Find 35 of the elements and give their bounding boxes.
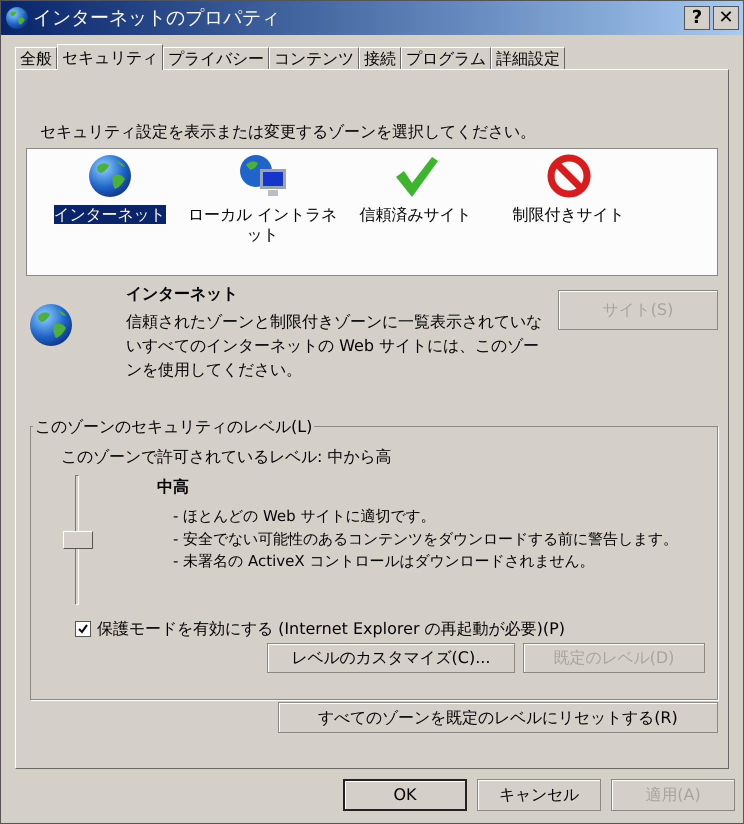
tab[interactable]: コンテンツ (269, 47, 359, 69)
checkbox[interactable] (75, 621, 91, 637)
prohibited-icon (546, 153, 592, 199)
level-name: 中高 (157, 476, 190, 498)
app-icon (5, 6, 29, 30)
dialog-button[interactable]: キャンセル (477, 779, 601, 811)
globe-icon (28, 302, 74, 348)
zone-prompt: セキュリティ設定を表示または変更するゾーンを選択してください。 (40, 121, 537, 143)
globe-icon (86, 153, 132, 199)
help-button[interactable]: ? (684, 6, 710, 30)
protected-mode-checkbox[interactable]: 保護モードを有効にする (Internet Explorer の再起動が必要)(P) (75, 617, 711, 641)
dialog-button[interactable]: すべてのゾーンを既定のレベルにリセットする(R) (278, 702, 718, 733)
zone-item[interactable]: 制限付きサイト (494, 205, 644, 225)
tab[interactable]: 詳細設定 (491, 47, 565, 69)
globe-monitor-icon (238, 153, 288, 199)
zone-item[interactable]: 信頼済みサイト (340, 205, 490, 225)
dialog-button[interactable]: OK (343, 779, 467, 811)
allowed-level-text: このゾーンで許可されているレベル: 中から高 (61, 446, 392, 468)
window-title: インターネットのプロパティ (33, 6, 280, 31)
tab[interactable]: 接続 (359, 47, 401, 69)
checkbox-label: 保護モードを有効にする (Internet Explorer の再起動が必要)(P) (97, 618, 566, 640)
close-button[interactable]: ✕ (713, 6, 739, 30)
zone-title: インターネット (126, 283, 239, 305)
tab[interactable]: プライバシー (163, 47, 269, 69)
zone-item[interactable]: ローカル イントラネット (188, 205, 338, 245)
tab[interactable]: プログラム (401, 47, 491, 69)
tab[interactable]: 全般 (15, 47, 57, 69)
slider-thumb[interactable] (63, 531, 93, 549)
level-description: - ほとんどの Web サイトに適切です。 (173, 506, 436, 527)
dialog-button[interactable]: レベルのカスタマイズ(C)... (267, 643, 515, 673)
level-description: - 未署名の ActiveX コントロールはダウンロードされません。 (173, 551, 596, 572)
tab[interactable]: セキュリティ (57, 44, 163, 70)
check-icon (78, 624, 88, 634)
level-description: - 安全でない可能性のあるコンテンツをダウンロードする前に警告します。 (173, 528, 678, 550)
zone-description: 信頼されたゾーンと制限付きゾーンに一覧表示されていないすべてのインターネットの Web サイトには、このゾーンを使用してください。 (126, 311, 543, 381)
